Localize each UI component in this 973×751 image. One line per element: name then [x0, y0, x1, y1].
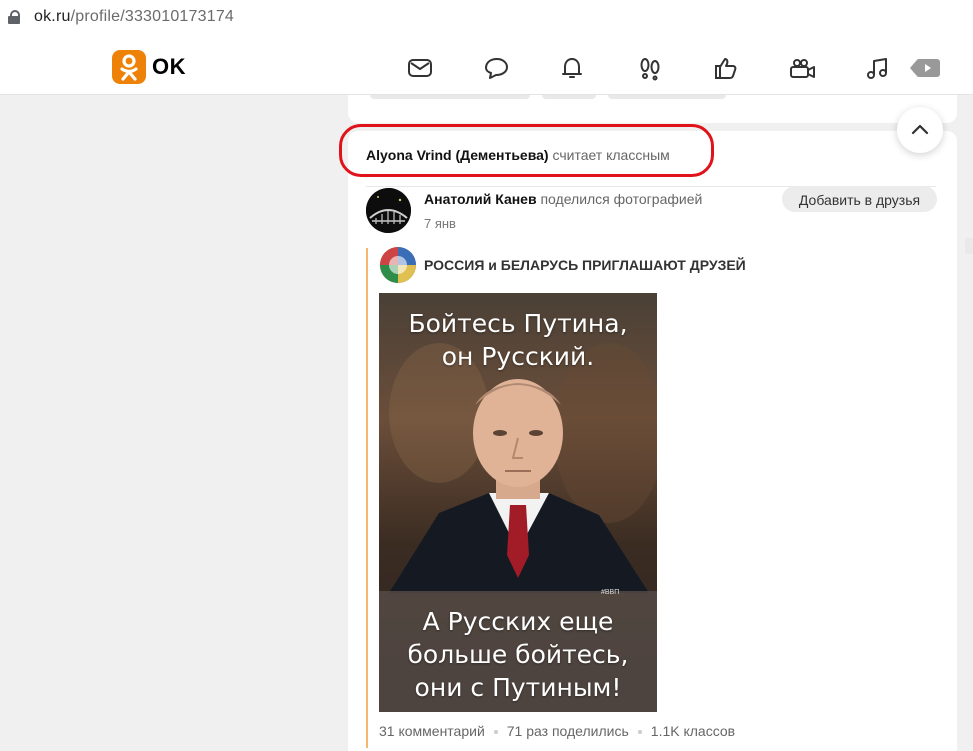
like-icon[interactable] [712, 55, 740, 81]
logo-text[interactable]: OK [152, 54, 186, 80]
photo-caption-top-line: он Русский. [441, 342, 595, 371]
feed-card: Alyona Vrind (Дементьева) считает классн… [339, 124, 957, 751]
liked-by-name[interactable]: Alyona Vrind (Дементьева) [366, 147, 549, 163]
chat-icon[interactable] [482, 55, 510, 81]
lock-icon [8, 10, 20, 24]
add-friend-button[interactable]: Добавить в друзья [782, 186, 937, 212]
scroll-to-top-button[interactable] [897, 107, 943, 153]
post-photo[interactable]: Бойтесь Путина, он Русский. #ВВП А Русск… [379, 293, 657, 712]
liked-by-action: считает классным [552, 147, 670, 163]
post-author-line: Анатолий Канев поделился фотографией [424, 191, 702, 207]
shares-count[interactable]: 71 раз поделились [507, 723, 629, 739]
url-host: ok.ru [34, 8, 71, 25]
comments-count[interactable]: 31 комментарий [379, 723, 485, 739]
url-path: /profile/333010173174 [70, 8, 235, 25]
post-date[interactable]: 7 янв [424, 216, 456, 231]
post-author[interactable]: Анатолий Канев [424, 191, 537, 207]
post-stats: 31 комментарий 71 раз поделились 1.1K клас… [379, 723, 735, 739]
group-avatar[interactable] [380, 247, 416, 283]
photo-caption-top: Бойтесь Путина, он Русский. [379, 307, 657, 373]
video-play-icon[interactable] [908, 55, 940, 81]
photo-caption-bottom: А Русских еще больше бойтесь, они с Пути… [379, 605, 657, 704]
author-avatar[interactable] [366, 188, 411, 233]
previous-post-card [348, 95, 957, 123]
video-camera-icon[interactable] [788, 55, 816, 81]
photo-caption-bottom-line: больше бойтесь, [407, 640, 629, 669]
liked-by-line: Alyona Vrind (Дементьева) считает классн… [366, 147, 670, 163]
music-icon[interactable] [864, 55, 892, 81]
mail-icon[interactable] [406, 55, 434, 81]
url-text[interactable]: ok.ru/profile/333010173174 [34, 8, 234, 26]
bell-icon[interactable] [558, 55, 586, 81]
chevron-up-icon [911, 124, 929, 135]
top-navigation: OK [0, 38, 973, 95]
footprints-icon[interactable] [636, 55, 664, 81]
photo-caption-top-line: Бойтесь Путина, [408, 309, 628, 338]
page-scrollbar[interactable] [965, 238, 973, 254]
post-action: поделился фотографией [540, 191, 703, 207]
repost-bar [366, 248, 368, 748]
ok-logo-icon[interactable] [112, 50, 146, 84]
photo-watermark: #ВВП [601, 589, 620, 596]
address-bar[interactable]: ok.ru/profile/333010173174 [0, 0, 973, 39]
likes-count[interactable]: 1.1K классов [651, 723, 735, 739]
group-name[interactable]: РОССИЯ и БЕЛАРУСЬ ПРИГЛАШАЮТ ДРУЗЕЙ [424, 257, 746, 273]
separator-dot [637, 730, 642, 735]
separator-dot [493, 730, 498, 735]
photo-caption-bottom-line: А Русских еще [422, 607, 614, 636]
photo-caption-bottom-line: они с Путиным! [414, 673, 622, 702]
